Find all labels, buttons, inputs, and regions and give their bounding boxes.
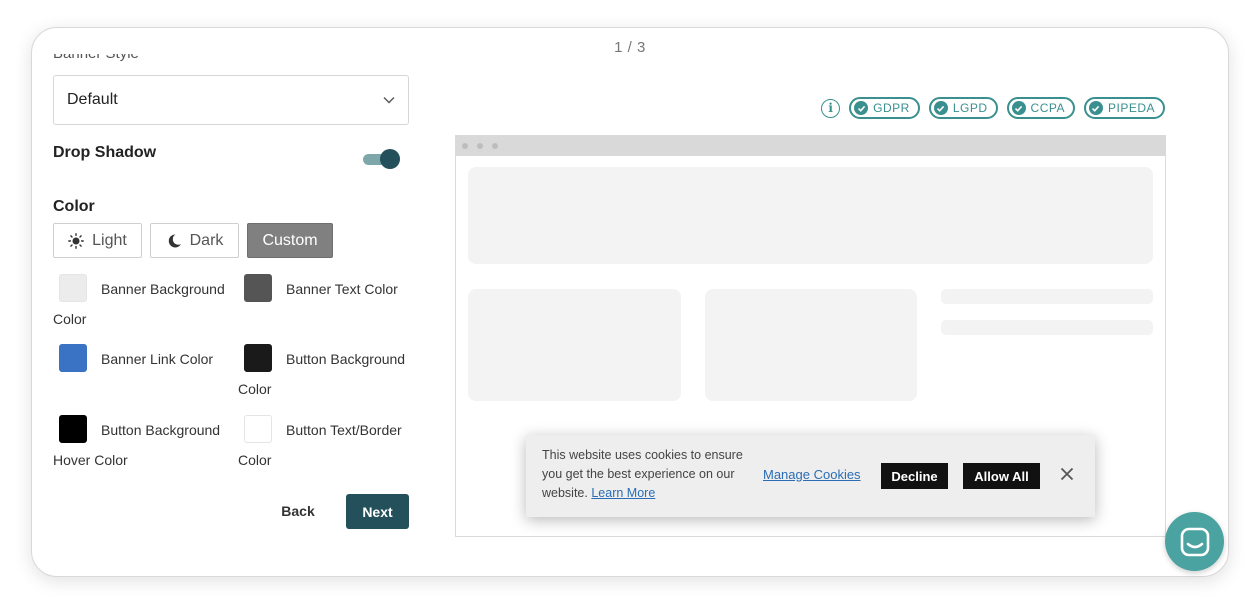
swatch-label: Banner Link Color bbox=[101, 351, 214, 367]
swatch-label: Banner Background bbox=[101, 281, 225, 297]
swatch-label-continued: Color bbox=[238, 452, 272, 468]
swatch-label: Button Background bbox=[286, 351, 406, 367]
window-dot bbox=[492, 143, 498, 149]
next-button[interactable]: Next bbox=[346, 494, 409, 529]
window-dot bbox=[477, 143, 483, 149]
swatch-label-continued: Hover Color bbox=[53, 452, 128, 468]
banner-background-swatch[interactable] bbox=[59, 274, 87, 302]
dark-mode-label: Dark bbox=[189, 231, 224, 249]
back-button[interactable]: Back bbox=[270, 494, 326, 528]
lgpd-badge: LGPD bbox=[928, 97, 998, 119]
drop-shadow-toggle[interactable] bbox=[363, 149, 401, 169]
check-icon bbox=[854, 101, 869, 115]
custom-mode-button[interactable]: Custom bbox=[247, 223, 333, 258]
placeholder-card bbox=[468, 289, 681, 401]
check-icon bbox=[1011, 101, 1026, 115]
banner-style-select[interactable]: Default bbox=[53, 75, 409, 125]
check-icon bbox=[1088, 101, 1103, 115]
placeholder-hero bbox=[468, 167, 1153, 264]
banner-style-label-text: Banner Style bbox=[53, 54, 139, 62]
color-mode-group: Light Dark Custom bbox=[53, 223, 333, 258]
window-dot bbox=[462, 143, 468, 149]
badge-label: LGPD bbox=[952, 101, 988, 115]
compliance-badges: i GDPR LGPD CCPA PIPEDA bbox=[821, 97, 1165, 119]
button-background-swatch[interactable] bbox=[244, 344, 272, 372]
badge-label: GDPR bbox=[873, 101, 910, 115]
badge-label: PIPEDA bbox=[1107, 101, 1155, 115]
manage-cookies-link[interactable]: Manage Cookies bbox=[763, 467, 861, 482]
ccpa-badge: CCPA bbox=[1006, 97, 1075, 119]
setup-wizard-card: 1 / 3 Banner Style Default Drop Shadow C… bbox=[31, 27, 1229, 577]
chat-icon bbox=[1180, 527, 1209, 556]
browser-title-bar bbox=[456, 136, 1165, 156]
pipeda-badge: PIPEDA bbox=[1083, 97, 1165, 119]
placeholder-line bbox=[941, 320, 1153, 335]
toggle-knob bbox=[380, 149, 400, 169]
chat-launcher-button[interactable] bbox=[1165, 512, 1224, 571]
light-mode-button[interactable]: Light bbox=[53, 223, 142, 258]
cookie-banner-preview: This website uses cookies to ensure you … bbox=[526, 435, 1095, 517]
decline-button[interactable]: Decline bbox=[881, 463, 948, 489]
button-hover-swatch[interactable] bbox=[59, 415, 87, 443]
banner-text-swatch[interactable] bbox=[244, 274, 272, 302]
swatch-label: Button Text/Border bbox=[286, 422, 402, 438]
sun-icon bbox=[68, 232, 85, 249]
banner-link-swatch[interactable] bbox=[59, 344, 87, 372]
learn-more-link[interactable]: Learn More bbox=[591, 486, 655, 500]
banner-style-select-value: Default bbox=[67, 91, 118, 108]
placeholder-card bbox=[705, 289, 917, 401]
page-indicator: 1 / 3 bbox=[614, 39, 646, 56]
drop-shadow-label: Drop Shadow bbox=[53, 144, 157, 161]
button-text-border-swatch[interactable] bbox=[244, 415, 272, 443]
light-mode-label: Light bbox=[92, 231, 127, 249]
dark-mode-button[interactable]: Dark bbox=[150, 223, 239, 258]
placeholder-line bbox=[941, 289, 1153, 304]
swatch-label: Button Background bbox=[101, 422, 221, 438]
cookie-message: This website uses cookies to ensure you … bbox=[542, 446, 747, 503]
allow-all-button[interactable]: Allow All bbox=[963, 463, 1040, 489]
custom-mode-label: Custom bbox=[262, 231, 318, 249]
check-icon bbox=[933, 101, 948, 115]
color-label: Color bbox=[53, 198, 95, 215]
banner-style-label: Banner Style bbox=[53, 54, 163, 62]
badge-label: CCPA bbox=[1030, 101, 1065, 115]
swatch-label-continued: Color bbox=[53, 311, 87, 327]
gdpr-badge: GDPR bbox=[849, 97, 920, 119]
close-icon[interactable] bbox=[1059, 466, 1075, 482]
swatch-label-continued: Color bbox=[238, 381, 272, 397]
info-icon[interactable]: i bbox=[821, 98, 841, 118]
swatch-label: Banner Text Color bbox=[286, 281, 398, 297]
chevron-down-icon bbox=[383, 97, 395, 104]
moon-icon bbox=[168, 233, 181, 247]
